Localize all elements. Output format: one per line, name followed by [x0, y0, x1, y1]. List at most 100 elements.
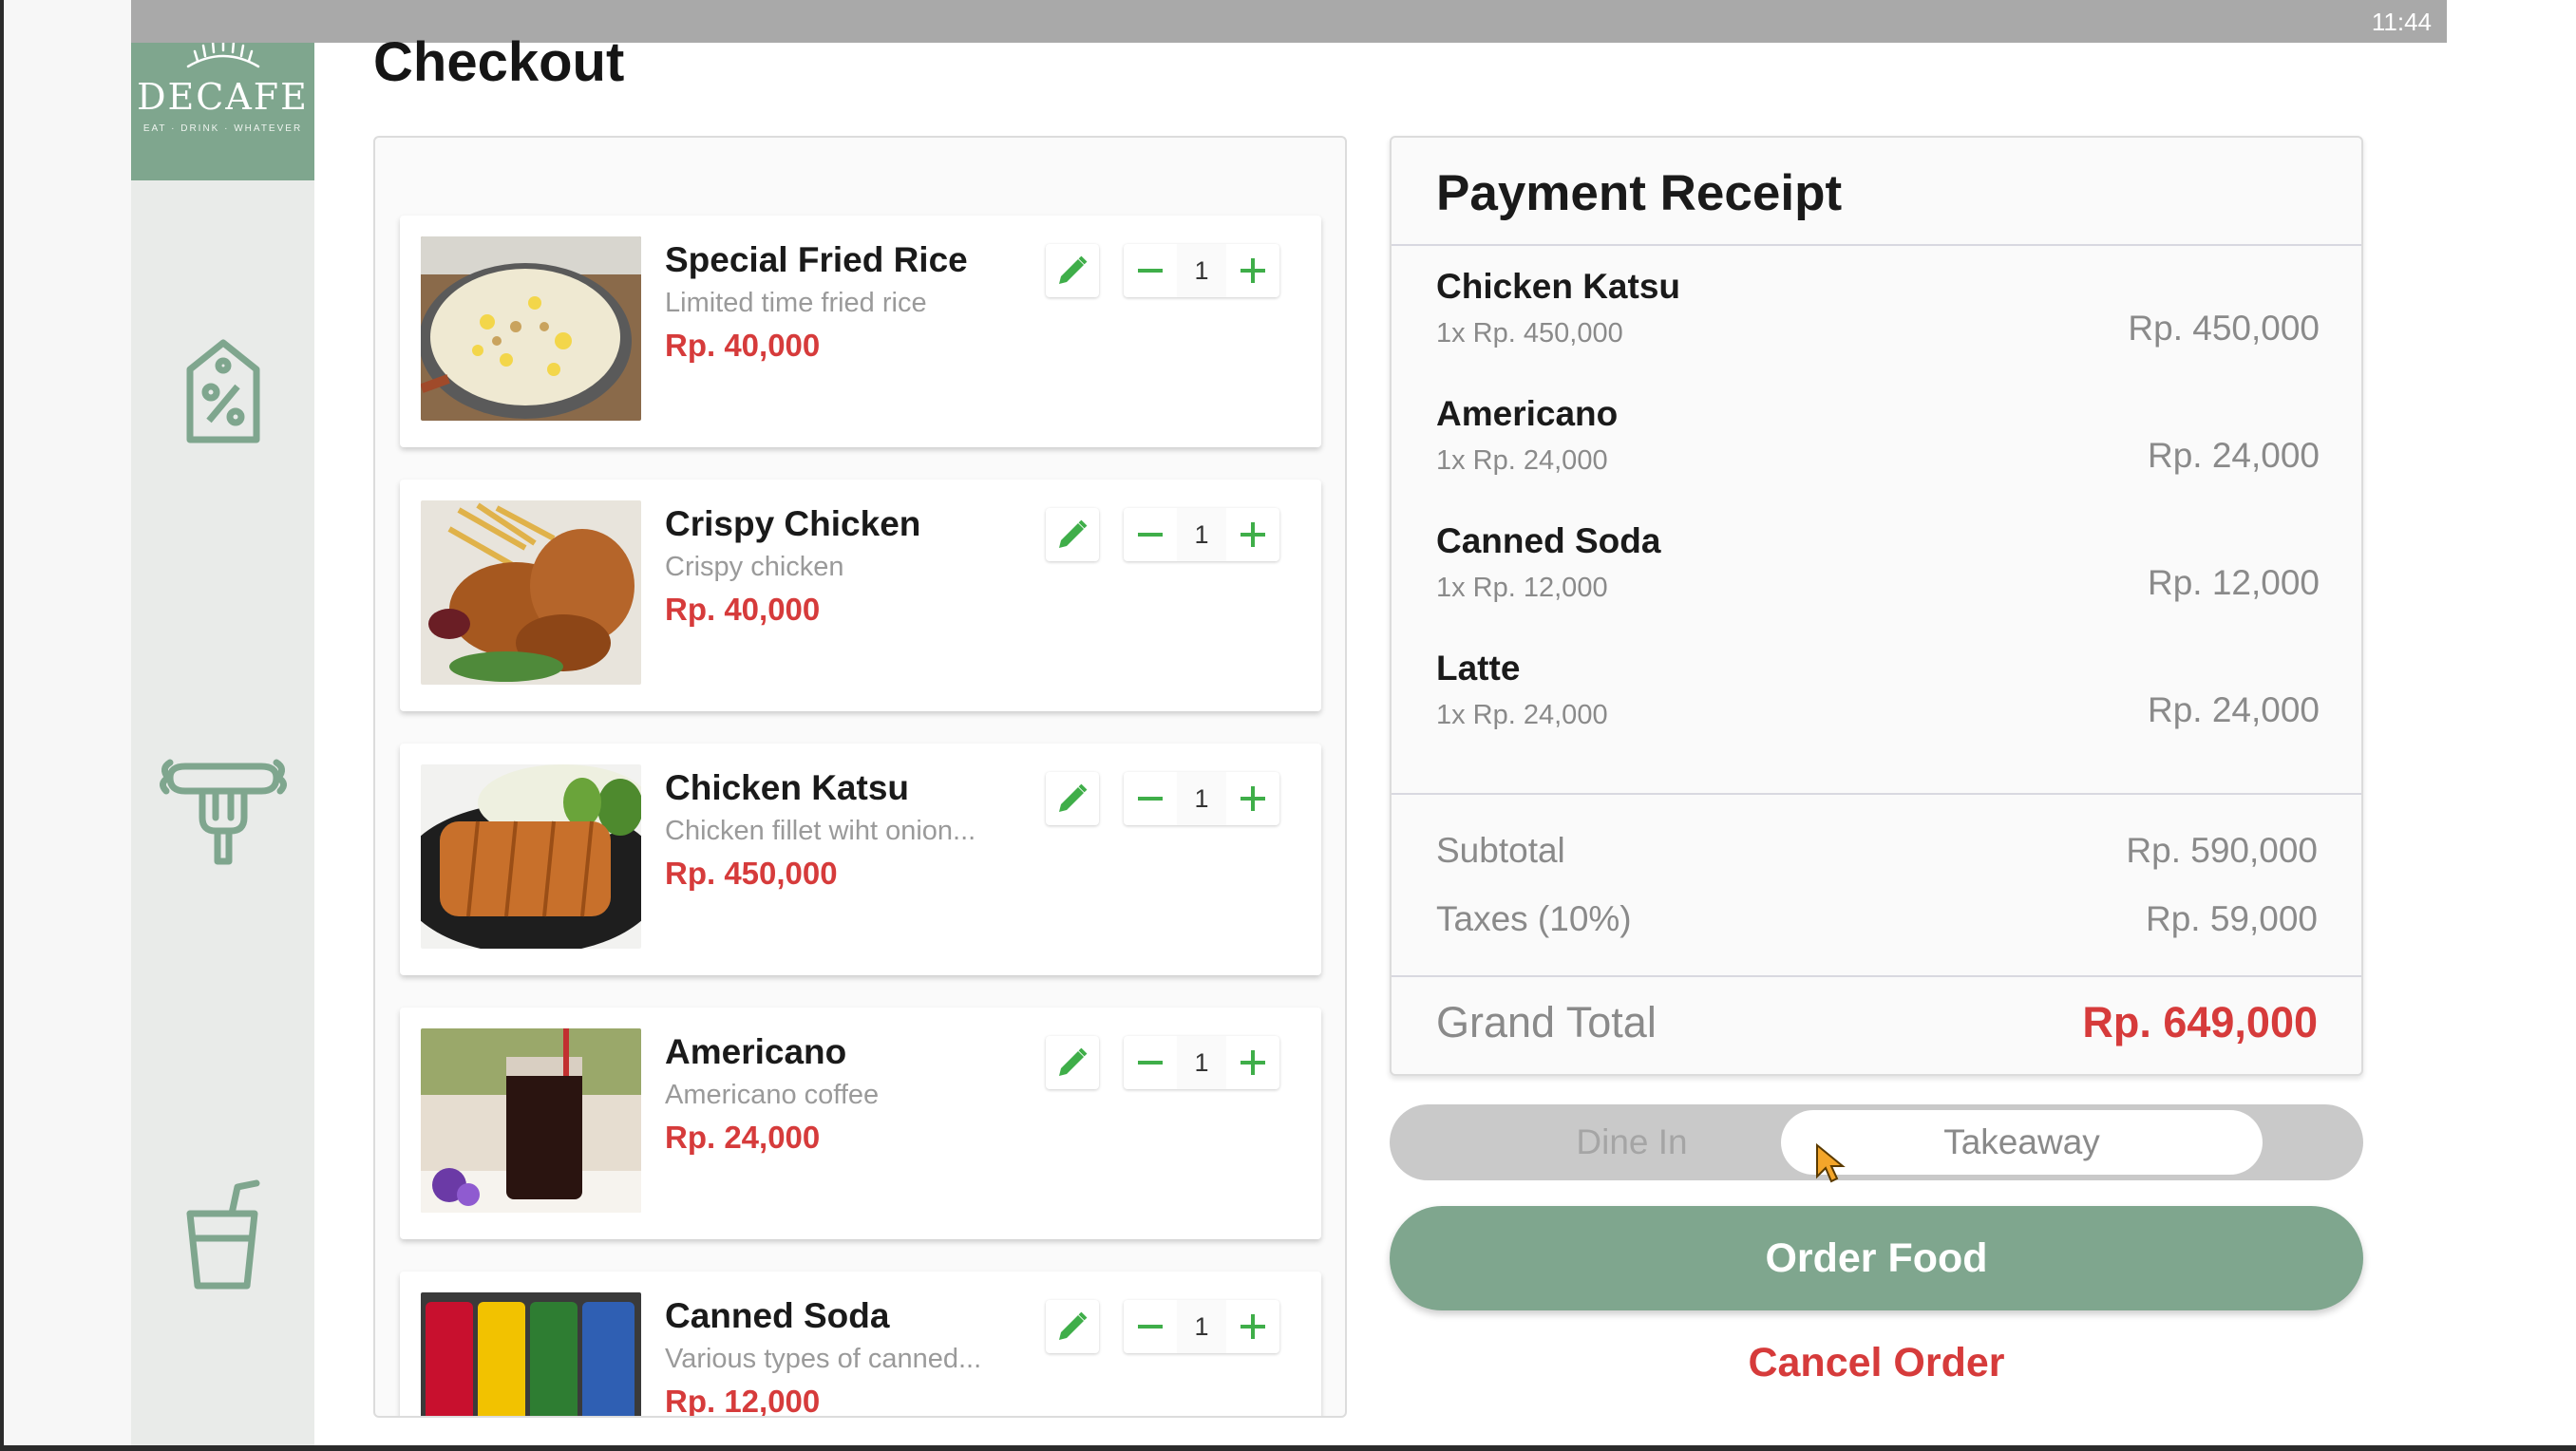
edit-item-button[interactable]	[1046, 772, 1099, 825]
divider	[1392, 244, 2361, 246]
receipt-line: Americano 1x Rp. 24,000 Rp. 24,000	[1436, 394, 2320, 508]
mouse-cursor-icon	[1816, 1142, 1846, 1183]
order-type-toggle: Dine In Takeaway	[1390, 1104, 2363, 1180]
takeaway-option[interactable]: Takeaway	[1781, 1110, 2263, 1175]
item-price: Rp. 450,000	[665, 856, 838, 891]
minus-icon	[1138, 1061, 1163, 1065]
quantity-value: 1	[1177, 1300, 1226, 1353]
quantity-value: 1	[1177, 508, 1226, 561]
decrease-qty-button[interactable]	[1124, 772, 1177, 825]
quantity-stepper: 1	[1124, 772, 1279, 825]
receipt-item-name: Latte	[1436, 649, 1521, 688]
chicken-katsu-image	[421, 764, 641, 949]
sidebar-item-food[interactable]	[157, 755, 290, 869]
brand-name: DECAFE	[137, 76, 309, 118]
discount-tag-icon	[186, 339, 259, 443]
cart-item: Americano Americano coffee Rp. 24,000 1	[400, 1008, 1321, 1239]
status-time: 11:44	[2371, 8, 2432, 36]
brand-tagline: EAT · DRINK · WHATEVER	[142, 123, 303, 134]
item-name: Canned Soda	[665, 1296, 890, 1335]
plus-icon	[1241, 1050, 1265, 1075]
divider	[1392, 793, 2361, 795]
receipt-item-total: Rp. 450,000	[2128, 309, 2320, 348]
decrease-qty-button[interactable]	[1124, 1036, 1177, 1089]
minus-icon	[1138, 269, 1163, 273]
item-name: Special Fried Rice	[665, 240, 968, 279]
pencil-icon	[1059, 1311, 1088, 1340]
minus-icon	[1138, 797, 1163, 801]
increase-qty-button[interactable]	[1226, 1300, 1279, 1353]
item-description: Americano coffee	[665, 1080, 880, 1110]
edit-item-button[interactable]	[1046, 244, 1099, 297]
item-description: Various types of canned...	[665, 1344, 982, 1374]
item-price: Rp. 40,000	[665, 328, 821, 363]
item-description: Chicken fillet wiht onion...	[665, 816, 976, 846]
cart-item: Chicken Katsu Chicken fillet wiht onion.…	[400, 744, 1321, 975]
grand-total-value: Rp. 649,000	[2082, 998, 2318, 1046]
edit-item-button[interactable]	[1046, 508, 1099, 561]
item-price: Rp. 24,000	[665, 1120, 821, 1155]
window-edge	[0, 0, 4, 1451]
wheat-icon	[186, 38, 260, 68]
subtotal-value: Rp. 590,000	[2126, 831, 2318, 870]
minus-icon	[1138, 1325, 1163, 1329]
item-price: Rp. 12,000	[665, 1384, 821, 1418]
item-description: Limited time fried rice	[665, 288, 927, 318]
edit-item-button[interactable]	[1046, 1036, 1099, 1089]
cart-list[interactable]: Special Fried Rice Limited time fried ri…	[373, 136, 1347, 1418]
receipt-item-total: Rp. 24,000	[2147, 436, 2320, 475]
pencil-icon	[1059, 1047, 1088, 1076]
item-description: Crispy chicken	[665, 552, 844, 582]
item-price: Rp. 40,000	[665, 592, 821, 627]
quantity-stepper: 1	[1124, 244, 1279, 297]
drink-icon	[186, 1179, 259, 1290]
plus-icon	[1241, 522, 1265, 547]
decrease-qty-button[interactable]	[1124, 1300, 1177, 1353]
food-icon	[159, 759, 287, 865]
canned-soda-image	[421, 1292, 641, 1416]
plus-icon	[1241, 786, 1265, 811]
window-gutter	[4, 0, 131, 1445]
decrease-qty-button[interactable]	[1124, 244, 1177, 297]
cancel-order-button[interactable]: Cancel Order	[1390, 1334, 2363, 1391]
receipt-title: Payment Receipt	[1436, 165, 1843, 221]
receipt-line: Canned Soda 1x Rp. 12,000 Rp. 12,000	[1436, 521, 2320, 635]
sidebar-item-discounts[interactable]	[182, 337, 264, 447]
item-name: Chicken Katsu	[665, 768, 910, 807]
quantity-value: 1	[1177, 244, 1226, 297]
tax-label: Taxes (10%)	[1436, 899, 1632, 938]
receipt-item-total: Rp. 24,000	[2147, 690, 2320, 729]
receipt-item-name: Chicken Katsu	[1436, 267, 1681, 306]
app-window: DECAFE EAT · DRINK · WHATEVER 11:44 Chec…	[0, 0, 2576, 1451]
edit-item-button[interactable]	[1046, 1300, 1099, 1353]
minus-icon	[1138, 533, 1163, 537]
decrease-qty-button[interactable]	[1124, 508, 1177, 561]
increase-qty-button[interactable]	[1226, 508, 1279, 561]
plus-icon	[1241, 258, 1265, 283]
payment-receipt: Payment Receipt Chicken Katsu 1x Rp. 450…	[1390, 136, 2363, 1076]
grand-total-label: Grand Total	[1436, 998, 1657, 1046]
divider	[1392, 975, 2361, 977]
plus-icon	[1241, 1314, 1265, 1339]
quantity-stepper: 1	[1124, 508, 1279, 561]
increase-qty-button[interactable]	[1226, 772, 1279, 825]
quantity-value: 1	[1177, 1036, 1226, 1089]
americano-image	[421, 1028, 641, 1213]
receipt-item-qty: 1x Rp. 12,000	[1436, 573, 1608, 603]
receipt-item-name: Americano	[1436, 394, 1619, 433]
sidebar-item-drinks[interactable]	[182, 1179, 264, 1290]
increase-qty-button[interactable]	[1226, 244, 1279, 297]
pencil-icon	[1059, 783, 1088, 812]
receipt-item-name: Canned Soda	[1436, 521, 1661, 560]
item-name: Americano	[665, 1032, 847, 1071]
order-food-button[interactable]: Order Food	[1390, 1206, 2363, 1310]
crispy-chicken-image	[421, 500, 641, 685]
increase-qty-button[interactable]	[1226, 1036, 1279, 1089]
receipt-item-qty: 1x Rp. 450,000	[1436, 318, 1623, 349]
receipt-item-qty: 1x Rp. 24,000	[1436, 445, 1608, 476]
tax-value: Rp. 59,000	[2145, 899, 2318, 938]
sidebar: DECAFE EAT · DRINK · WHATEVER	[131, 0, 314, 1445]
receipt-line: Latte 1x Rp. 24,000 Rp. 24,000	[1436, 649, 2320, 763]
quantity-stepper: 1	[1124, 1300, 1279, 1353]
cart-item: Crispy Chicken Crispy chicken Rp. 40,000…	[400, 480, 1321, 711]
